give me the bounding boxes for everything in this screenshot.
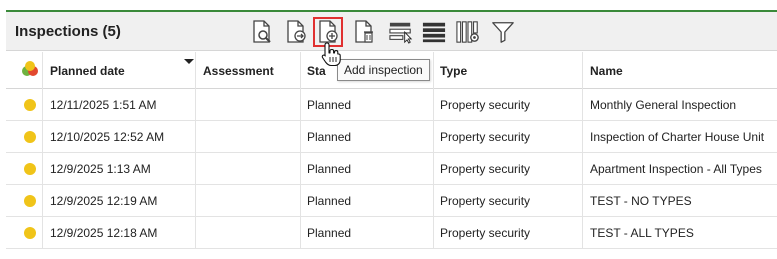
panel-title: Inspections (5)	[15, 23, 121, 40]
cell-planned-date: 12/9/2025 1:13 AM	[50, 162, 151, 176]
hand-pointer-icon	[321, 42, 341, 67]
cell-planned-date: 12/9/2025 12:18 AM	[50, 226, 158, 240]
cell-status: Planned	[307, 194, 352, 208]
funnel-icon	[492, 22, 514, 43]
select-rows-button[interactable]	[386, 17, 416, 47]
column-header-planned-date[interactable]: Planned date	[50, 64, 125, 78]
document-delete-icon	[355, 20, 373, 43]
status-dot	[24, 99, 36, 111]
delete-inspection-button[interactable]	[349, 17, 379, 47]
status-dot	[24, 195, 36, 207]
status-legend-icon	[22, 61, 38, 76]
table-row[interactable]: 12/9/2025 12:19 AM Planned Property secu…	[6, 185, 777, 217]
add-inspection-tooltip: Add inspection	[337, 59, 430, 81]
cell-status: Planned	[307, 226, 352, 240]
column-header-assessment[interactable]: Assessment	[203, 64, 274, 78]
cell-type: Property security	[440, 130, 531, 144]
cell-status: Planned	[307, 162, 352, 176]
cell-name: Inspection of Charter House Unit	[590, 130, 765, 144]
export-inspection-button[interactable]	[281, 17, 311, 47]
cell-type: Property security	[440, 98, 531, 112]
status-dot	[24, 163, 36, 175]
status-dot	[24, 131, 36, 143]
column-header-name[interactable]: Name	[590, 64, 623, 78]
table-row[interactable]: 12/11/2025 1:51 AM Planned Property secu…	[6, 89, 777, 121]
sort-desc-icon[interactable]	[184, 59, 194, 64]
rows-icon	[422, 22, 446, 43]
status-dot	[24, 227, 36, 239]
column-header-type[interactable]: Type	[440, 64, 467, 78]
cell-name: Monthly General Inspection	[590, 98, 737, 112]
cell-planned-date: 12/10/2025 12:52 AM	[50, 130, 165, 144]
document-search-icon	[253, 20, 271, 43]
cell-name: TEST - NO TYPES	[590, 194, 692, 208]
select-rows-icon	[389, 22, 413, 44]
view-inspection-button[interactable]	[247, 17, 277, 47]
filter-button[interactable]	[488, 17, 518, 47]
cell-type: Property security	[440, 162, 531, 176]
cell-status: Planned	[307, 130, 352, 144]
table-row[interactable]: 12/9/2025 1:13 AM Planned Property secur…	[6, 153, 777, 185]
cell-planned-date: 12/9/2025 12:19 AM	[50, 194, 158, 208]
column-settings-button[interactable]	[453, 17, 483, 47]
cell-type: Property security	[440, 194, 531, 208]
table-row[interactable]: 12/10/2025 12:52 AM Planned Property sec…	[6, 121, 777, 153]
cell-type: Property security	[440, 226, 531, 240]
row-density-button[interactable]	[419, 17, 449, 47]
inspections-panel: Inspections (5) Planned date Assessment …	[0, 0, 777, 259]
cell-status: Planned	[307, 98, 352, 112]
cell-name: TEST - ALL TYPES	[590, 226, 694, 240]
columns-settings-icon	[456, 21, 479, 43]
cell-name: Apartment Inspection - All Types	[590, 162, 762, 176]
document-export-icon	[287, 20, 306, 43]
panel-header: Inspections (5)	[6, 12, 777, 51]
table-row[interactable]: 12/9/2025 12:18 AM Planned Property secu…	[6, 217, 777, 249]
cell-planned-date: 12/11/2025 1:51 AM	[50, 98, 157, 112]
